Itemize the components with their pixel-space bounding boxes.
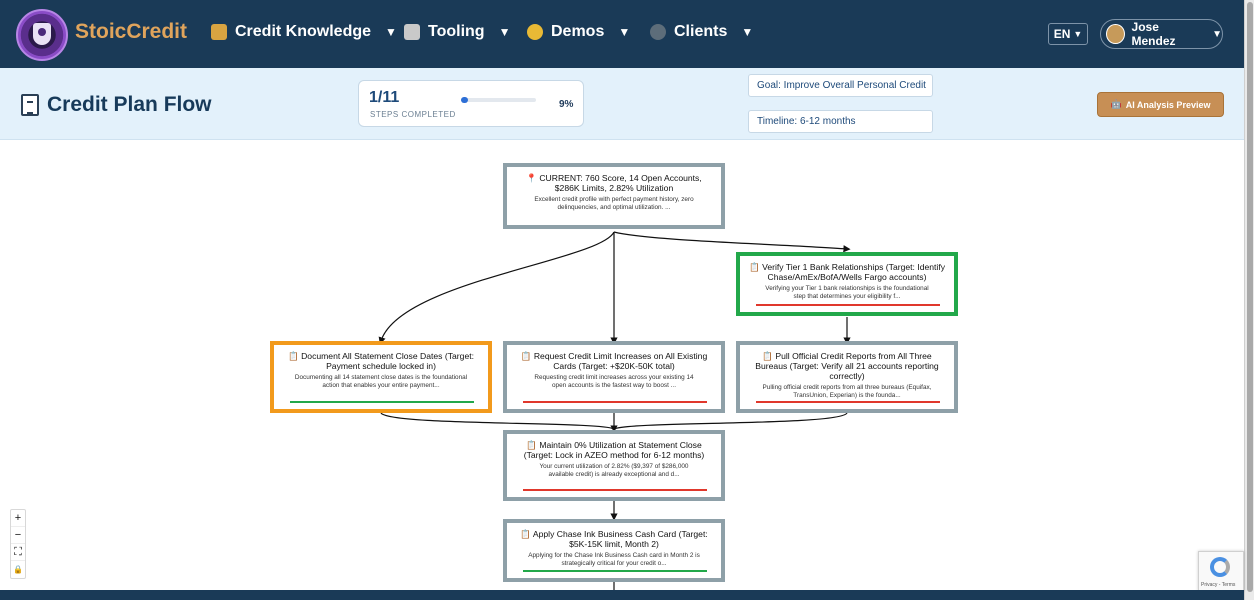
top-nav: StoicCredit Credit Knowledge ▼ Tooling ▼… bbox=[0, 0, 1254, 68]
zoom-controls: + − ⛶ 🔒 bbox=[10, 509, 26, 579]
node-description: Requesting credit limit increases across… bbox=[534, 374, 694, 389]
node-description: Verifying your Tier 1 bank relationships… bbox=[765, 285, 929, 300]
progress-percent: 9% bbox=[559, 99, 574, 110]
zoom-in-button[interactable]: + bbox=[11, 510, 25, 527]
chevron-down-icon: ▼ bbox=[1212, 28, 1222, 40]
nav-demos[interactable]: Demos ▼ bbox=[527, 23, 630, 41]
user-name: Jose Mendez bbox=[1131, 20, 1176, 48]
nav-label: Clients bbox=[674, 23, 728, 40]
user-menu[interactable]: Jose Mendez ▼ bbox=[1100, 19, 1223, 49]
status-bar-red bbox=[756, 304, 940, 306]
node-title: 📋 Apply Chase Ink Business Cash Card (Ta… bbox=[520, 529, 708, 549]
progress-card: 1/11 STEPS COMPLETED 9% bbox=[358, 80, 584, 127]
recaptcha-terms[interactable]: Privacy - Terms bbox=[1201, 582, 1235, 588]
node-title: 📋 Maintain 0% Utilization at Statement C… bbox=[523, 440, 705, 460]
node-description: Excellent credit profile with perfect pa… bbox=[534, 196, 694, 211]
steps-caption: STEPS COMPLETED bbox=[370, 110, 456, 119]
node-description: Applying for the Chase Ink Business Cash… bbox=[528, 552, 700, 567]
avatar bbox=[1106, 24, 1125, 44]
edge-current-verify bbox=[613, 231, 851, 253]
flow-node-limits[interactable]: 📋 Request Credit Limit Increases on All … bbox=[503, 341, 725, 413]
ai-analysis-button[interactable]: 🤖 AI Analysis Preview bbox=[1097, 92, 1224, 117]
flow-node-azeo[interactable]: 📋 Maintain 0% Utilization at Statement C… bbox=[503, 430, 725, 501]
chevron-down-icon: ▼ bbox=[1073, 29, 1083, 39]
nav-credit-knowledge[interactable]: Credit Knowledge ▼ bbox=[211, 23, 397, 41]
flow-canvas[interactable]: 📍 CURRENT: 760 Score, 14 Open Accounts, … bbox=[0, 141, 1244, 590]
plan-header: Credit Plan Flow 1/11 STEPS COMPLETED 9%… bbox=[0, 68, 1244, 140]
steps-count: 1/11 bbox=[369, 89, 400, 106]
brand-name[interactable]: StoicCredit bbox=[75, 20, 187, 44]
status-bar-red bbox=[756, 401, 940, 403]
chevron-down-icon: ▼ bbox=[498, 25, 511, 39]
flow-node-statement[interactable]: 📋 Document All Statement Close Dates (Ta… bbox=[270, 341, 492, 413]
node-description: Your current utilization of 2.82% ($9,39… bbox=[539, 463, 689, 478]
node-title: 📋 Verify Tier 1 Bank Relationships (Targ… bbox=[748, 262, 946, 282]
status-bar-red bbox=[523, 489, 707, 491]
lock-button[interactable]: 🔒 bbox=[11, 561, 25, 578]
status-bar-green bbox=[523, 570, 707, 572]
status-bar-green bbox=[290, 401, 474, 403]
status-bar-red bbox=[523, 401, 707, 403]
theater-masks-icon bbox=[527, 24, 543, 40]
node-title: 📋 Document All Statement Close Dates (Ta… bbox=[288, 351, 474, 371]
people-icon bbox=[650, 24, 666, 40]
ai-analysis-label: AI Analysis Preview bbox=[1125, 99, 1211, 110]
logo-icon[interactable] bbox=[16, 9, 68, 61]
chevron-down-icon: ▼ bbox=[741, 25, 754, 39]
flow-node-current[interactable]: 📍 CURRENT: 760 Score, 14 Open Accounts, … bbox=[503, 163, 725, 229]
flow-node-verify[interactable]: 📋 Verify Tier 1 Bank Relationships (Targ… bbox=[736, 252, 958, 316]
books-icon bbox=[211, 24, 227, 40]
page-scrollbar[interactable] bbox=[1244, 0, 1254, 600]
chevron-down-icon: ▼ bbox=[618, 25, 631, 39]
flow-node-reports[interactable]: 📋 Pull Official Credit Reports from All … bbox=[736, 341, 958, 413]
goal-chip: Goal: Improve Overall Personal Credit bbox=[748, 74, 933, 97]
edge-current-statement bbox=[378, 231, 615, 345]
fit-view-button[interactable]: ⛶ bbox=[11, 544, 25, 561]
clipboard-icon bbox=[21, 94, 39, 116]
tools-icon bbox=[404, 24, 420, 40]
node-title: 📋 Request Credit Limit Increases on All … bbox=[520, 351, 708, 371]
node-description: Documenting all 14 statement close dates… bbox=[294, 374, 468, 389]
nav-clients[interactable]: Clients ▼ bbox=[650, 23, 753, 41]
node-title: 📍 CURRENT: 760 Score, 14 Open Accounts, … bbox=[526, 173, 702, 193]
timeline-chip: Timeline: 6-12 months bbox=[748, 110, 933, 133]
zoom-out-button[interactable]: − bbox=[11, 527, 25, 544]
edge-statement-azeo bbox=[380, 412, 615, 430]
nav-label: Credit Knowledge bbox=[235, 23, 372, 40]
language-selector[interactable]: EN ▼ bbox=[1048, 23, 1088, 45]
progress-track bbox=[461, 97, 536, 103]
nav-label: Demos bbox=[551, 23, 605, 40]
recaptcha-badge[interactable]: Privacy - Terms bbox=[1198, 551, 1244, 591]
node-title: 📋 Pull Official Credit Reports from All … bbox=[755, 351, 939, 381]
recaptcha-icon bbox=[1210, 557, 1230, 577]
progress-fill bbox=[461, 97, 468, 103]
nav-tooling[interactable]: Tooling ▼ bbox=[404, 23, 510, 41]
chevron-down-icon: ▼ bbox=[385, 25, 397, 39]
robot-icon: 🤖 bbox=[1110, 99, 1122, 109]
language-label: EN bbox=[1053, 27, 1071, 41]
footer-strip bbox=[0, 590, 1244, 600]
page-title: Credit Plan Flow bbox=[47, 93, 212, 116]
node-description: Pulling official credit reports from all… bbox=[762, 384, 932, 399]
flow-node-ink[interactable]: 📋 Apply Chase Ink Business Cash Card (Ta… bbox=[503, 519, 725, 582]
edge-reports-azeo bbox=[613, 412, 848, 430]
nav-label: Tooling bbox=[428, 23, 485, 40]
